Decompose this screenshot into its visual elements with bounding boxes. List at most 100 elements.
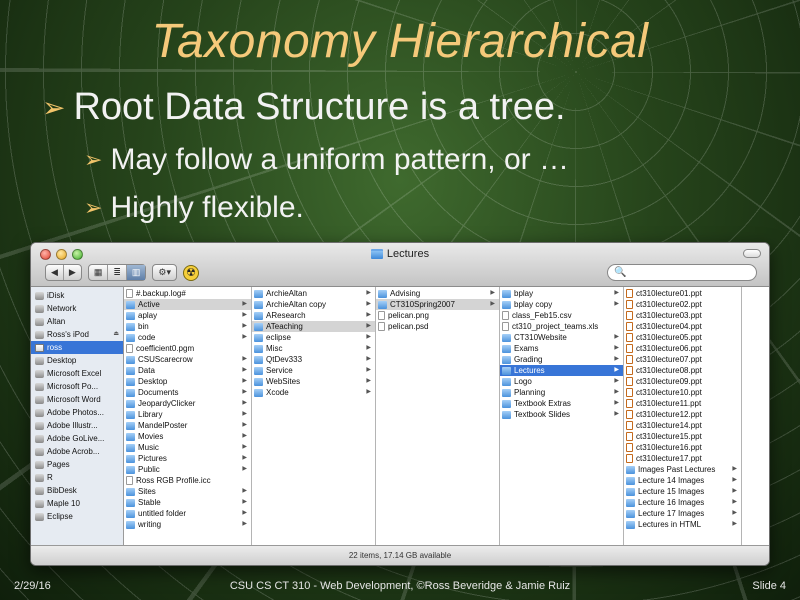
forward-button[interactable]: ▶	[62, 265, 81, 280]
file-row[interactable]: Grading ▶	[500, 354, 623, 365]
sidebar-item[interactable]: ross	[31, 341, 123, 354]
file-row[interactable]: Textbook Extras ▶	[500, 398, 623, 409]
file-row[interactable]: CT310Spring2007 ▶	[376, 299, 499, 310]
file-row[interactable]: Data ▶	[124, 365, 251, 376]
file-row[interactable]: Ross RGB Profile.icc	[124, 475, 251, 486]
sidebar-item[interactable]: R	[31, 471, 123, 484]
file-row[interactable]: bplay ▶	[500, 288, 623, 299]
back-button[interactable]: ◀	[46, 265, 63, 280]
file-row[interactable]: Lecture 17 Images ▶	[624, 508, 741, 519]
file-row[interactable]: eclipse ▶	[252, 332, 375, 343]
file-row[interactable]: ct310lecture06.ppt	[624, 343, 741, 354]
file-row[interactable]: Advising ▶	[376, 288, 499, 299]
file-row[interactable]: class_Feb15.csv	[500, 310, 623, 321]
sidebar-item[interactable]: Pages	[31, 458, 123, 471]
file-row[interactable]: JeopardyClicker ▶	[124, 398, 251, 409]
file-row[interactable]: code ▶	[124, 332, 251, 343]
file-row[interactable]: Lectures ▶	[500, 365, 623, 376]
action-menu-button[interactable]: ⚙▾	[152, 264, 178, 281]
file-row[interactable]: ct310lecture03.ppt	[624, 310, 741, 321]
file-row[interactable]: coefficient0.pgm	[124, 343, 251, 354]
file-row[interactable]: Stable ▶	[124, 497, 251, 508]
file-row[interactable]: Public ▶	[124, 464, 251, 475]
file-row[interactable]: bplay copy ▶	[500, 299, 623, 310]
file-row[interactable]: Desktop ▶	[124, 376, 251, 387]
column-view-button[interactable]: ▥	[125, 265, 146, 280]
sidebar-item[interactable]: BibDesk	[31, 484, 123, 497]
file-row[interactable]: Lecture 16 Images ▶	[624, 497, 741, 508]
file-row[interactable]: Library ▶	[124, 409, 251, 420]
file-row[interactable]: CSUScarecrow ▶	[124, 354, 251, 365]
file-row[interactable]: Images Past Lectures ▶	[624, 464, 741, 475]
eject-icon[interactable]: ⏏	[113, 328, 119, 341]
file-row[interactable]: ct310lecture16.ppt	[624, 442, 741, 453]
file-row[interactable]: ct310lecture04.ppt	[624, 321, 741, 332]
list-view-button[interactable]: ≣	[107, 265, 126, 280]
file-row-label: ct310lecture09.ppt	[636, 377, 702, 386]
file-row[interactable]: Misc ▶	[252, 343, 375, 354]
file-row[interactable]: writing ▶	[124, 519, 251, 530]
file-row[interactable]: QtDev333 ▶	[252, 354, 375, 365]
search-field[interactable]: 🔍	[607, 264, 757, 281]
file-row[interactable]: WebSites ▶	[252, 376, 375, 387]
file-row[interactable]: Movies ▶	[124, 431, 251, 442]
file-row[interactable]: ct310lecture05.ppt	[624, 332, 741, 343]
file-row[interactable]: Planning ▶	[500, 387, 623, 398]
file-row[interactable]: MandelPoster ▶	[124, 420, 251, 431]
sidebar-item[interactable]: Adobe Photos...	[31, 406, 123, 419]
sidebar-item[interactable]: Adobe GoLive...	[31, 432, 123, 445]
file-row[interactable]: Textbook Slides ▶	[500, 409, 623, 420]
sidebar-item[interactable]: Eclipse	[31, 510, 123, 523]
icon-view-button[interactable]: ▦	[89, 265, 108, 280]
file-row[interactable]: Pictures ▶	[124, 453, 251, 464]
radiation-icon[interactable]: ☢	[183, 264, 200, 281]
file-row[interactable]: pelican.png	[376, 310, 499, 321]
file-row[interactable]: ct310lecture08.ppt	[624, 365, 741, 376]
sidebar-item[interactable]: Microsoft Po...	[31, 380, 123, 393]
file-row[interactable]: #.backup.log#	[124, 288, 251, 299]
file-row[interactable]: AResearch ▶	[252, 310, 375, 321]
toolbar-toggle-button[interactable]	[743, 249, 761, 258]
file-row[interactable]: ct310lecture15.ppt	[624, 431, 741, 442]
file-row[interactable]: ct310lecture14.ppt	[624, 420, 741, 431]
file-row[interactable]: Sites ▶	[124, 486, 251, 497]
file-row[interactable]: Logo ▶	[500, 376, 623, 387]
file-row[interactable]: Xcode ▶	[252, 387, 375, 398]
file-row[interactable]: ct310lecture12.ppt	[624, 409, 741, 420]
sidebar-item[interactable]: Adobe Illustr...	[31, 419, 123, 432]
file-row[interactable]: ct310lecture02.ppt	[624, 299, 741, 310]
file-row[interactable]: ct310lecture01.ppt	[624, 288, 741, 299]
file-row[interactable]: Documents ▶	[124, 387, 251, 398]
sidebar-item[interactable]: Adobe Acrob...	[31, 445, 123, 458]
file-row[interactable]: ct310lecture09.ppt	[624, 376, 741, 387]
file-row[interactable]: Lecture 14 Images ▶	[624, 475, 741, 486]
sidebar-item[interactable]: iDisk	[31, 289, 123, 302]
file-row[interactable]: bin ▶	[124, 321, 251, 332]
column-browser: iDisk Network Altan Ross's iPod ⏏ ross Desktop…	[31, 287, 769, 545]
file-row[interactable]: untitled folder ▶	[124, 508, 251, 519]
file-row[interactable]: ct310lecture10.ppt	[624, 387, 741, 398]
file-row[interactable]: aplay ▶	[124, 310, 251, 321]
sidebar-item[interactable]: Microsoft Excel	[31, 367, 123, 380]
file-row[interactable]: pelican.psd	[376, 321, 499, 332]
file-row[interactable]: Lectures in HTML ▶	[624, 519, 741, 530]
file-row[interactable]: Music ▶	[124, 442, 251, 453]
file-row[interactable]: ArchieAltan copy ▶	[252, 299, 375, 310]
sidebar-item[interactable]: Altan	[31, 315, 123, 328]
sidebar-item[interactable]: Ross's iPod ⏏	[31, 328, 123, 341]
sidebar-item[interactable]: Maple 10	[31, 497, 123, 510]
sidebar-item[interactable]: Microsoft Word	[31, 393, 123, 406]
file-row[interactable]: ATeaching ▶	[252, 321, 375, 332]
file-row[interactable]: Lecture 15 Images ▶	[624, 486, 741, 497]
file-row[interactable]: ArchieAltan ▶	[252, 288, 375, 299]
sidebar-item[interactable]: Network	[31, 302, 123, 315]
file-row[interactable]: Service ▶	[252, 365, 375, 376]
file-row[interactable]: ct310lecture07.ppt	[624, 354, 741, 365]
file-row[interactable]: Active ▶	[124, 299, 251, 310]
sidebar-item[interactable]: Desktop	[31, 354, 123, 367]
file-row[interactable]: CT310Website ▶	[500, 332, 623, 343]
file-row[interactable]: ct310lecture11.ppt	[624, 398, 741, 409]
file-row[interactable]: ct310lecture17.ppt	[624, 453, 741, 464]
file-row[interactable]: Exams ▶	[500, 343, 623, 354]
file-row[interactable]: ct310_project_teams.xls	[500, 321, 623, 332]
